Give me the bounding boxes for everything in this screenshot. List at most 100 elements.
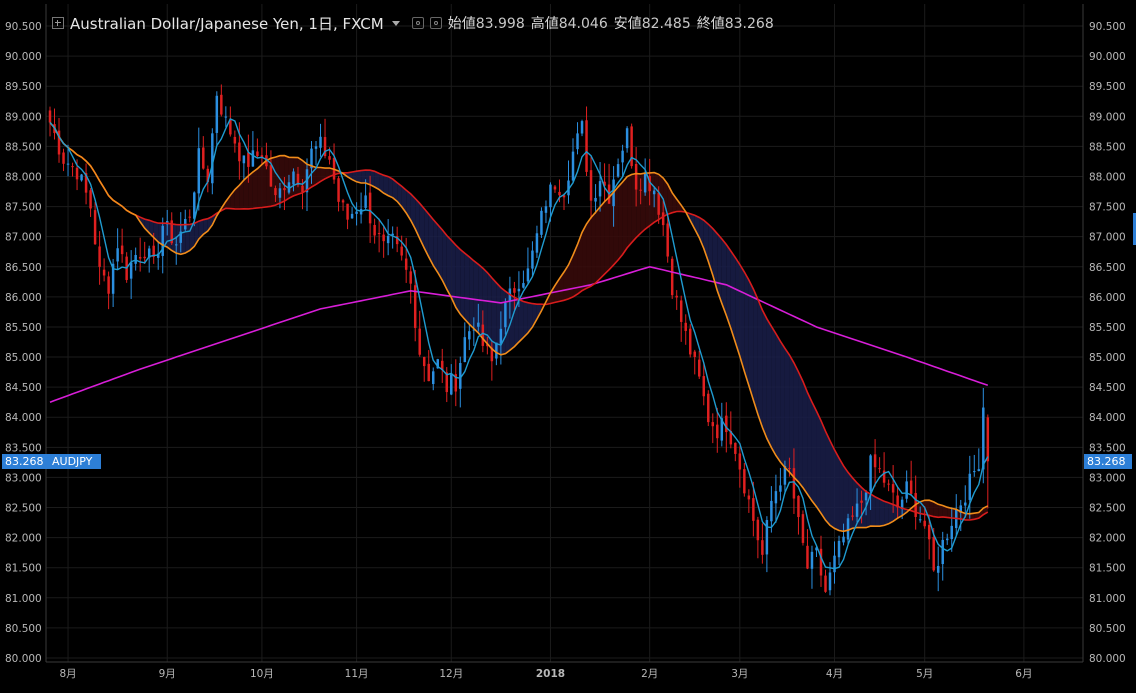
y-tick-label: 88.500 [1089, 141, 1126, 153]
candle-body [652, 190, 656, 195]
candle-body [788, 467, 791, 469]
y-tick-label: 90.000 [5, 51, 42, 63]
candle-body [517, 288, 521, 292]
candle-body [346, 203, 349, 220]
candle-body [278, 188, 282, 198]
candle-body [373, 224, 376, 236]
candlestick-chart[interactable]: 90.500 90.000 89.500 89.000 88.500 88.000 87.5… [0, 0, 1136, 689]
y-tick-label: 88.000 [1089, 171, 1126, 183]
ma-cloud-segment [243, 175, 249, 209]
y-tick-label: 81.500 [1089, 563, 1126, 575]
candle-body [887, 483, 890, 485]
candle-body [341, 200, 345, 203]
candle-body [80, 174, 83, 181]
ma-cloud-segment [735, 257, 740, 357]
y-tick-label: 82.000 [1089, 533, 1126, 545]
candle-body [98, 246, 101, 267]
candle-body [197, 148, 201, 194]
x-tick-label: 9月 [159, 668, 176, 680]
candle-body [698, 359, 701, 377]
candle-body [377, 233, 381, 235]
chart-container: 90.500 90.000 89.500 89.000 88.500 88.000 87.5… [0, 0, 1136, 689]
candle-body [747, 495, 751, 500]
candle-body [93, 210, 97, 245]
candle-body [869, 455, 872, 492]
candle-body [283, 188, 286, 191]
y-tick-label: 87.000 [1089, 232, 1126, 244]
ma-cloud-segment [825, 431, 831, 526]
x-tick-label: 4月 [826, 668, 843, 680]
ma-cloud-segment [830, 440, 835, 529]
ma-cloud-segment [816, 411, 821, 514]
ma-cloud-segment [627, 174, 632, 248]
settings-icon[interactable] [411, 17, 424, 29]
candle-body [779, 485, 782, 492]
x-tick-label: 2月 [641, 668, 658, 680]
candle-body [657, 192, 660, 215]
ma-cloud-segment [766, 318, 772, 448]
candle-body [504, 302, 507, 328]
candle-body [238, 142, 241, 162]
ma-cloud-segment [811, 402, 817, 507]
candle-body [107, 276, 110, 294]
y-tick-label: 84.500 [5, 382, 42, 394]
candle-body [422, 356, 426, 367]
ma-cloud-segment [518, 299, 524, 342]
ma-cloud-segment [464, 253, 470, 325]
candle-body [806, 545, 809, 569]
candle-body [661, 212, 665, 226]
candle-body [143, 256, 146, 259]
candle-body [725, 415, 728, 433]
candle-body [986, 417, 990, 462]
candle-body [477, 322, 480, 327]
ma-cloud-segment [793, 362, 799, 482]
candle-body [585, 120, 588, 172]
candle-body [851, 515, 854, 517]
collapse-icon[interactable] [52, 17, 64, 29]
candle-body [269, 165, 273, 187]
candle-body [292, 171, 295, 185]
candle-body [481, 324, 485, 346]
candle-body [598, 181, 602, 197]
candle-body [256, 151, 259, 157]
candle-body [400, 246, 403, 256]
y-tick-label: 89.500 [5, 81, 42, 93]
ma-cloud-segment [356, 170, 362, 183]
candle-body [450, 374, 453, 395]
candle-body [418, 328, 421, 355]
ma-cloud-segment [775, 333, 781, 463]
chart-header: Australian Dollar/Japanese Yen, 1日, FXCM… [52, 12, 774, 34]
ohlc-open: 始値83.998 [447, 16, 525, 32]
y-tick-label: 81.000 [1089, 593, 1126, 605]
ma-cloud-segment [875, 496, 880, 527]
ma-cloud-segment [839, 457, 844, 532]
x-tick-label: 8月 [59, 668, 76, 680]
candle-body [973, 471, 976, 473]
ma-cloud-segment [622, 176, 628, 255]
source-icon[interactable] [429, 17, 442, 29]
candle-body [923, 520, 926, 527]
candle-body [707, 393, 710, 423]
y-tick-label: 85.000 [5, 352, 42, 364]
candle-body [927, 524, 931, 540]
y-tick-label: 85.500 [5, 322, 42, 334]
symbol-title[interactable]: Australian Dollar/Japanese Yen, 1日, FXCM [70, 13, 384, 34]
ohlc-high: 高値84.046 [530, 16, 608, 32]
ma-cloud-segment [582, 223, 587, 291]
candle-body [499, 328, 503, 344]
y-tick-label: 90.500 [5, 21, 42, 33]
candle-body [833, 555, 836, 573]
candle-body [540, 210, 543, 235]
candle-body [129, 262, 133, 279]
candle-body [301, 185, 304, 193]
candle-body [526, 268, 530, 282]
y-tick-label: 85.000 [1089, 352, 1126, 364]
candle-body [247, 152, 250, 167]
candle-body [941, 539, 944, 565]
y-tick-label: 84.000 [5, 412, 42, 424]
x-tick-label: 10月 [250, 668, 274, 680]
candle-body [468, 331, 471, 340]
candle-body [770, 500, 773, 522]
chevron-down-icon[interactable] [391, 20, 400, 26]
y-tick-label: 82.500 [1089, 503, 1126, 515]
